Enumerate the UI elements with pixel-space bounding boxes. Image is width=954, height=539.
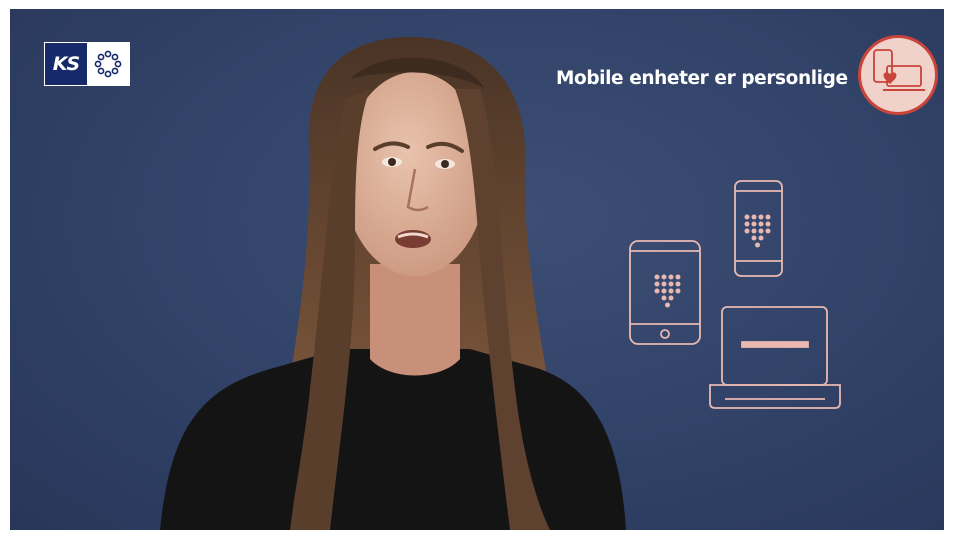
- devices-illustration: [629, 180, 841, 409]
- smartphone-icon: [734, 180, 783, 277]
- phone-heart-badge-icon: [858, 35, 938, 115]
- video-frame: KS Mobile enheter er personlige: [10, 9, 944, 530]
- ring-logo-icon: [87, 43, 129, 85]
- ks-logo-icon: KS: [45, 43, 87, 85]
- segment-title: Mobile enheter er personlige: [556, 68, 848, 89]
- laptop-icon: [709, 306, 841, 409]
- ks-logo: KS: [44, 42, 130, 86]
